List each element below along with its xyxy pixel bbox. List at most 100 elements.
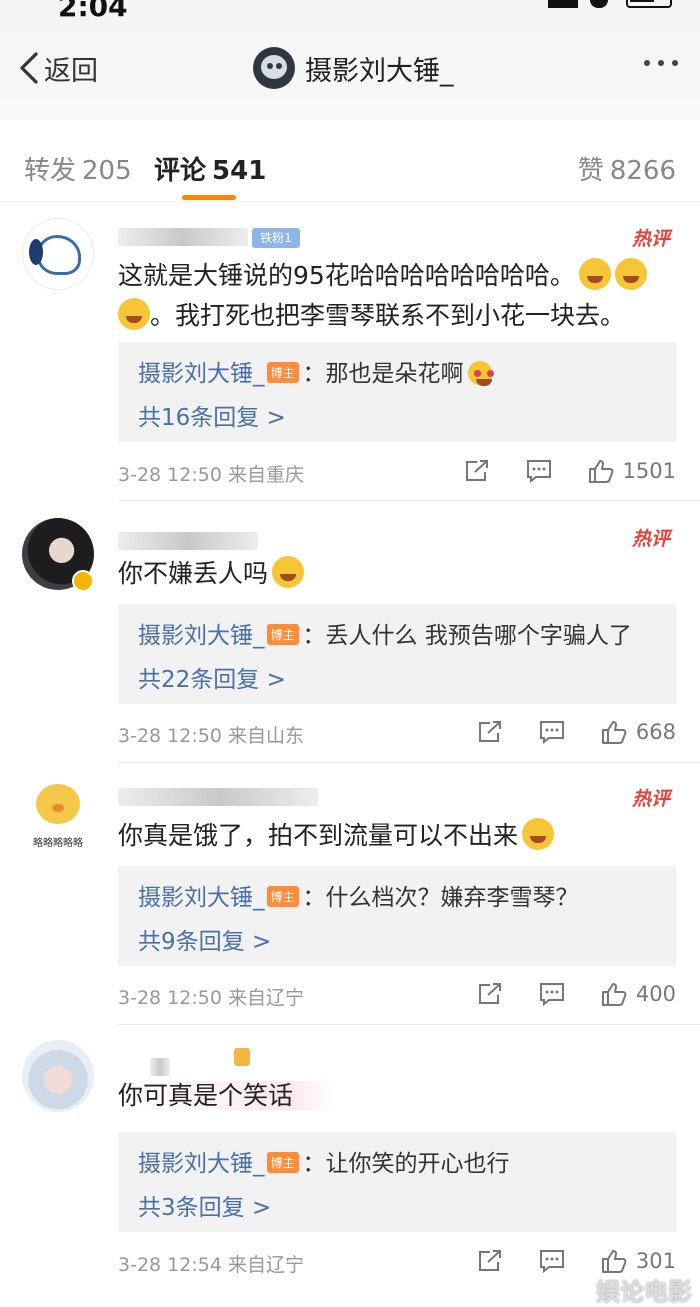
reply-text: ：什么档次？嫌弃李雪琴？ <box>302 885 579 911</box>
commenter-avatar[interactable] <box>22 1040 94 1112</box>
hot-comment-label: 热评 <box>631 528 670 550</box>
comment-text-body: 你真是饿了，拍不到流量可以不出来 <box>118 821 519 850</box>
tab-likes-count: 8266 <box>609 156 676 186</box>
comment-meta: 3-28 12:50 来自山东 <box>118 721 304 748</box>
reply-author[interactable]: 摄影刘大锤_ <box>138 885 265 911</box>
more-replies-link[interactable]: 共3条回复 > <box>138 1188 271 1222</box>
tab-repost-label: 转发 <box>24 156 77 186</box>
reply-button[interactable] <box>525 458 553 484</box>
like-thumb-icon <box>588 460 613 483</box>
more-replies-link[interactable]: 共22条回复 > <box>138 660 286 694</box>
comment-time: 3-28 12:50 <box>118 987 222 1009</box>
comment-meta: 3-28 12:50 来自重庆 <box>118 460 304 487</box>
avatar-caption: 略略略略略 <box>33 838 83 849</box>
like-count: 668 <box>635 720 676 744</box>
blogger-badge: 博主 <box>266 1152 299 1173</box>
reply-text: ：丢人什么 我预告哪个字骗人了 <box>302 623 632 649</box>
comment-item: 铁粉1 热评 这就是大锤说的95花哈哈哈哈哈哈哈哈。 。我打死也把李雪琴联系不到小… <box>0 200 700 500</box>
post-author[interactable]: 摄影刘大锤_ <box>253 46 454 90</box>
reply-button[interactable] <box>538 719 566 745</box>
like-count: 301 <box>635 1249 676 1273</box>
comment-time: 3-28 12:54 <box>118 1254 222 1276</box>
tab-repost[interactable]: 转发 205 <box>24 150 132 187</box>
reply-line: 摄影刘大锤_ 博主 ：什么档次？嫌弃李雪琴？ <box>138 878 579 912</box>
signal-icon <box>548 0 578 8</box>
reply-button[interactable] <box>538 1248 566 1274</box>
share-button[interactable] <box>463 458 491 484</box>
comment-actions: 668 <box>442 719 676 745</box>
comment-source: 来自山东 <box>227 725 304 747</box>
reply-author[interactable]: 摄影刘大锤_ <box>138 1151 265 1177</box>
comment-text: 你可真是个笑话 <box>118 1076 678 1116</box>
username-redacted[interactable] <box>150 1058 170 1076</box>
username-redacted[interactable] <box>118 228 248 246</box>
tab-likes-label: 赞 <box>577 156 604 186</box>
like-count: 1501 <box>622 459 676 483</box>
back-chevron-icon <box>20 52 38 84</box>
comment-item: 热评 你不嫌丢人吗 摄影刘大锤_ 博主 ：丢人什么 我预告哪个字骗人了 共22条回复… <box>0 500 700 762</box>
commenter-avatar[interactable] <box>22 218 94 290</box>
comment-text: 这就是大锤说的95花哈哈哈哈哈哈哈哈。 。我打死也把李雪琴联系不到小花一块去。 <box>118 256 678 336</box>
comment-item: 略略略略略 热评 你真是饿了，拍不到流量可以不出来 摄影刘大锤_ 博主 ：什么档次？… <box>0 762 700 1024</box>
comment-text-body: 你不嫌丢人吗 <box>118 559 269 588</box>
status-bar: 2:04 <box>0 0 700 24</box>
laugh-cry-emoji-icon <box>118 298 150 330</box>
more-replies-link[interactable]: 共9条回复 > <box>138 922 271 956</box>
reply-box[interactable]: 摄影刘大锤_ 博主 ：那也是朵花啊 共16条回复 > <box>118 342 676 442</box>
laugh-cry-emoji-icon <box>272 556 305 588</box>
tab-comment[interactable]: 评论 541 <box>154 150 266 187</box>
comment-text-part2: 。我打死也把李雪琴联系不到小花一块去。 <box>150 301 626 330</box>
blogger-badge: 博主 <box>266 886 299 907</box>
comment-text: 你不嫌丢人吗 <box>118 554 678 594</box>
laugh-cry-emoji-icon <box>614 258 647 290</box>
like-button[interactable]: 1501 <box>587 458 676 484</box>
wifi-icon <box>590 0 608 8</box>
fan-badge: 铁粉1 <box>252 228 300 248</box>
like-button[interactable]: 668 <box>600 719 676 745</box>
verified-badge-icon <box>72 570 94 592</box>
level-badge-icon <box>234 1048 250 1066</box>
reply-box[interactable]: 摄影刘大锤_ 博主 ：丢人什么 我预告哪个字骗人了 共22条回复 > <box>118 604 676 704</box>
reply-author[interactable]: 摄影刘大锤_ <box>138 361 265 387</box>
share-button[interactable] <box>476 1248 504 1274</box>
reply-text: ：那也是朵花啊 <box>302 361 464 387</box>
tab-comment-count: 541 <box>212 156 267 186</box>
share-button[interactable] <box>476 981 504 1007</box>
share-button[interactable] <box>476 719 504 745</box>
username-redacted[interactable] <box>118 532 258 550</box>
like-count: 400 <box>635 982 676 1006</box>
comment-icon <box>526 460 551 484</box>
page-title: 摄影刘大锤_ <box>305 55 454 87</box>
more-dots-icon[interactable] <box>644 60 678 66</box>
comment-meta: 3-28 12:54 来自辽宁 <box>118 1250 304 1277</box>
author-avatar <box>253 47 295 89</box>
like-button[interactable]: 400 <box>600 981 676 1007</box>
tab-repost-count: 205 <box>82 156 132 186</box>
hot-comment-label: 热评 <box>631 228 670 250</box>
blogger-badge: 博主 <box>266 624 299 645</box>
tab-comment-label: 评论 <box>154 156 207 186</box>
comment-actions: 1501 <box>429 458 676 484</box>
reply-button[interactable] <box>538 981 566 1007</box>
more-replies-link[interactable]: 共16条回复 > <box>138 398 286 432</box>
comment-actions: 301 <box>442 1248 676 1274</box>
comment-icon <box>539 721 564 745</box>
reply-author[interactable]: 摄影刘大锤_ <box>138 623 265 649</box>
comment-text: 你真是饿了，拍不到流量可以不出来 <box>118 816 678 856</box>
tab-likes[interactable]: 赞 8266 <box>578 150 676 187</box>
laugh-cry-emoji-icon <box>578 258 611 290</box>
username-redacted[interactable] <box>118 788 318 806</box>
watermark: 娱论电影 <box>596 1278 692 1306</box>
reply-line: 摄影刘大锤_ 博主 ：让你笑的开心也行 <box>138 1144 510 1178</box>
comment-time: 3-28 12:50 <box>118 725 222 747</box>
like-thumb-icon <box>601 983 627 1006</box>
reply-box[interactable]: 摄影刘大锤_ 博主 ：什么档次？嫌弃李雪琴？ 共9条回复 > <box>118 866 676 966</box>
nav-bar: 返回 摄影刘大锤_ <box>0 24 700 120</box>
reply-box[interactable]: 摄影刘大锤_ 博主 ：让你笑的开心也行 共3条回复 > <box>118 1132 676 1232</box>
heart-eyes-emoji-icon <box>467 361 492 386</box>
comment-source: 来自辽宁 <box>227 1254 304 1276</box>
like-button[interactable]: 301 <box>600 1248 676 1274</box>
tab-bar: 转发 205 评论 541 赞 8266 <box>0 130 700 202</box>
back-button[interactable]: 返回 <box>18 48 98 88</box>
comment-icon <box>539 983 564 1007</box>
